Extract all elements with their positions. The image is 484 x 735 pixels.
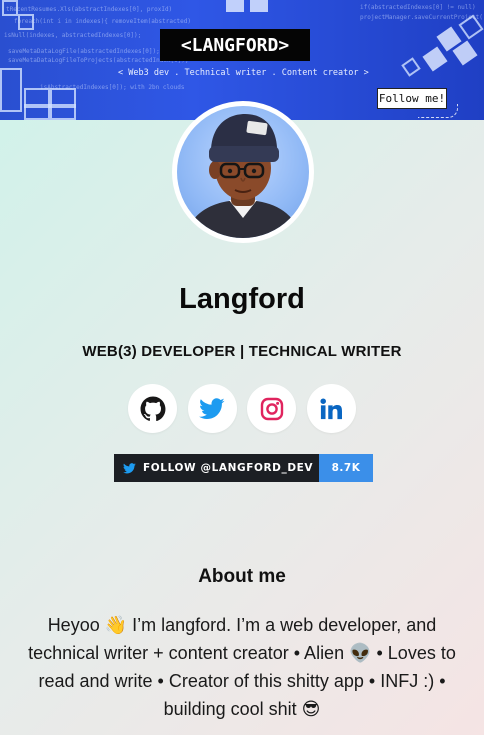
follower-count[interactable]: 8.7K bbox=[319, 454, 373, 482]
github-link[interactable] bbox=[128, 384, 177, 433]
twitter-icon bbox=[123, 462, 136, 473]
instagram-icon bbox=[260, 397, 284, 420]
profile-name: Langford bbox=[179, 283, 305, 315]
banner-square-decoration bbox=[18, 14, 34, 30]
banner-square-decoration bbox=[422, 46, 448, 72]
avatar-illustration bbox=[185, 114, 301, 238]
banner-square-decoration bbox=[2, 0, 18, 16]
follow-button-label: FOLLOW @LANGFORD_DEV bbox=[143, 462, 314, 474]
banner-square-decoration bbox=[24, 104, 50, 120]
banner-tagline: < Web3 dev . Technical writer . Content … bbox=[118, 68, 369, 78]
banner-square-decoration bbox=[250, 0, 268, 12]
banner-code-decoration: saveMetaDataLogFile(abstractedIndexes[0]… bbox=[8, 48, 160, 55]
instagram-link[interactable] bbox=[247, 384, 297, 433]
twitter-link[interactable] bbox=[187, 384, 237, 433]
banner-square-decoration bbox=[401, 57, 421, 77]
banner-square-decoration bbox=[0, 68, 22, 112]
banner-code-decoration: isNull(indexes, abstractedIndexes[0]); bbox=[4, 32, 142, 39]
banner-square-decoration bbox=[50, 104, 76, 120]
twitter-icon bbox=[199, 397, 225, 419]
avatar-image bbox=[177, 106, 309, 238]
linkedin-icon bbox=[320, 397, 343, 419]
banner-code-decoration: tRecentResumes.Xls(abstractIndexes[0], p… bbox=[6, 6, 173, 13]
about-heading: About me bbox=[198, 566, 286, 587]
banner-code-decoration: foreach(int i in indexes){ removeItem(ab… bbox=[14, 18, 192, 25]
about-text: Heyoo 👋 I’m langford. I’m a web develope… bbox=[28, 615, 456, 719]
avatar bbox=[172, 101, 314, 243]
twitter-follow-label-area[interactable]: FOLLOW @LANGFORD_DEV bbox=[114, 454, 319, 482]
banner-square-decoration bbox=[226, 0, 244, 12]
social-links bbox=[128, 384, 356, 434]
banner-title: <LANGFORD> bbox=[160, 29, 310, 61]
linkedin-link[interactable] bbox=[306, 384, 356, 433]
github-icon bbox=[140, 396, 165, 421]
profile-role: WEB(3) DEVELOPER | TECHNICAL WRITER bbox=[82, 343, 402, 360]
twitter-follow-button[interactable]: FOLLOW @LANGFORD_DEV 8.7K bbox=[114, 454, 373, 482]
banner-code-decoration: if(abstractedIndexes[0] != null) bbox=[360, 4, 476, 11]
banner-follow-label: Follow me! bbox=[377, 88, 447, 109]
